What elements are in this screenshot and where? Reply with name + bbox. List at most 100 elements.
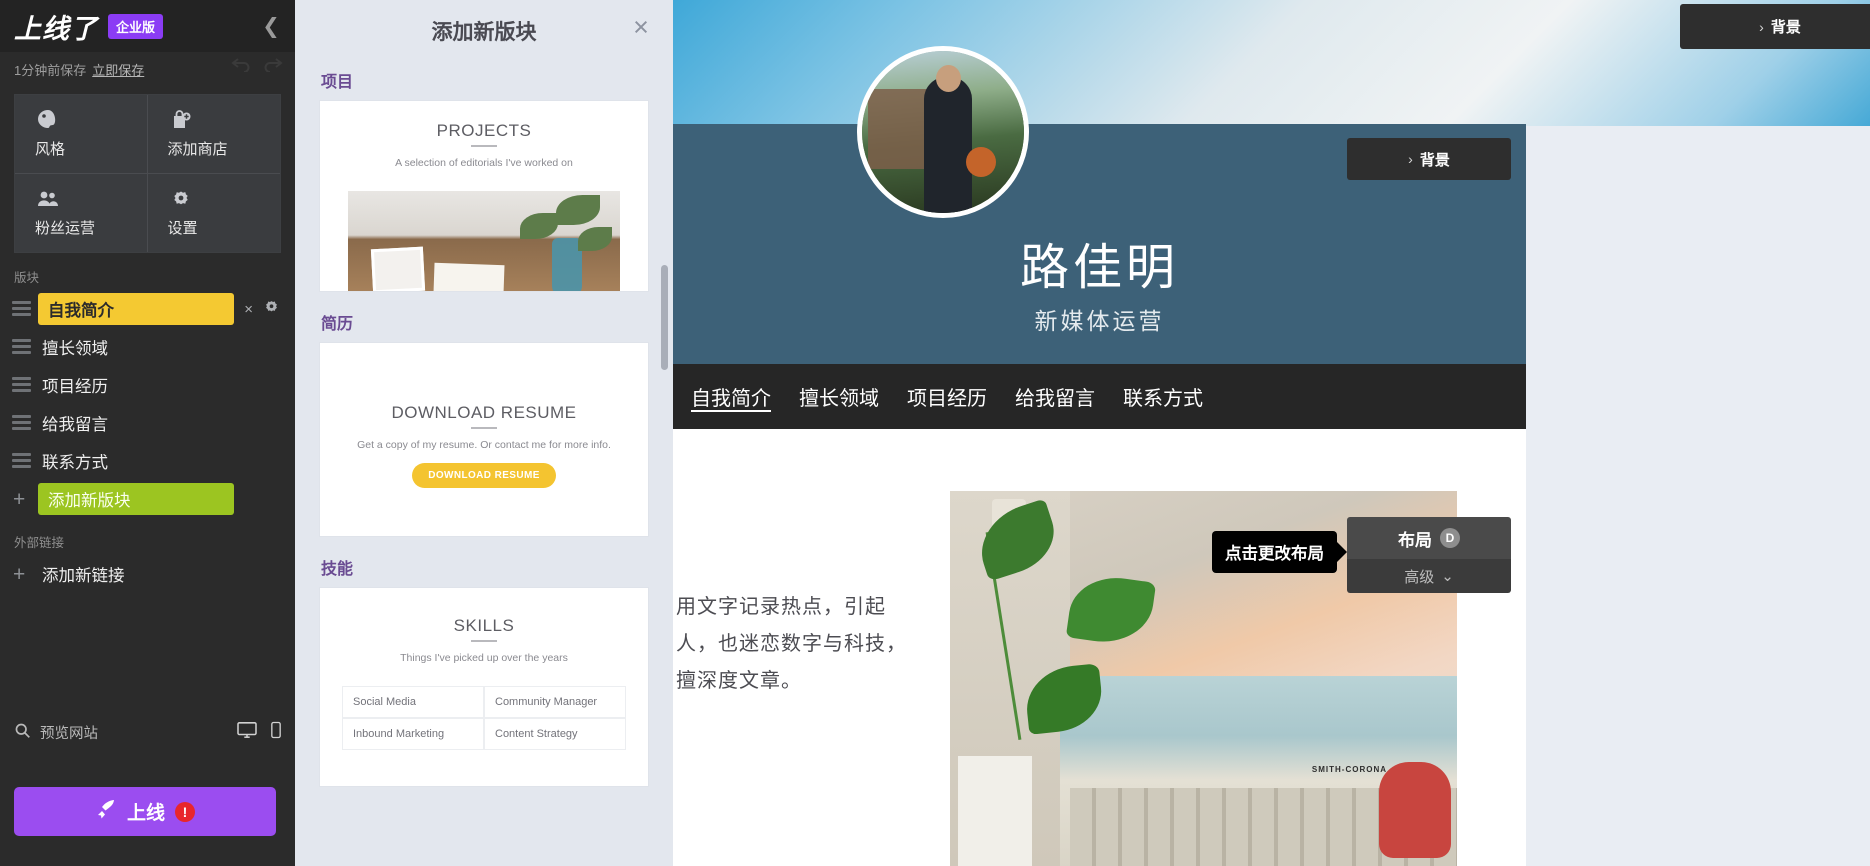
layout-shortcut-key: D <box>1440 528 1460 548</box>
site-navbar: 自我简介 擅长领域 项目经历 给我留言 联系方式 <box>673 364 1526 429</box>
section-label: 自我简介 <box>38 293 234 325</box>
layout-controls: 布局 D 高级 ⌄ <box>1347 517 1511 593</box>
card-heading: DOWNLOAD RESUME <box>391 403 576 429</box>
undo-icon[interactable] <box>231 56 251 72</box>
drag-handle-icon[interactable] <box>12 299 38 319</box>
avatar <box>857 46 1029 218</box>
chevron-down-icon: ⌄ <box>1441 568 1454 585</box>
gear-icon[interactable] <box>263 299 280 320</box>
desktop-icon[interactable] <box>237 721 257 743</box>
add-section-label: 添加新版块 <box>38 483 234 515</box>
publish-button[interactable]: 上线 ! <box>14 787 276 836</box>
plus-icon: + <box>13 487 26 511</box>
drag-handle-icon[interactable] <box>12 413 38 433</box>
skill-cell: Social Media <box>342 686 484 718</box>
add-panel-header: 添加新版块 × <box>295 0 673 62</box>
decor-leaf <box>1065 571 1157 649</box>
add-section-panel: 添加新版块 × 项目 PROJECTS A selection of edito… <box>295 0 673 866</box>
decor-frame <box>433 262 505 291</box>
template-card-skills[interactable]: SKILLS Things I've picked up over the ye… <box>319 587 649 787</box>
self-intro-text: 用文字记录热点，引起人，也迷恋数字与科技，擅深度文章。 <box>676 596 907 692</box>
advanced-button[interactable]: 高级 ⌄ <box>1347 559 1511 593</box>
card-header-area: PROJECTS A selection of editorials I've … <box>320 101 648 177</box>
decor-white-box <box>958 756 1032 866</box>
users-icon <box>35 186 147 212</box>
nav-item-skills[interactable]: 擅长领域 <box>799 382 879 411</box>
group-label: 项目 <box>321 74 354 91</box>
nav-item-message[interactable]: 给我留言 <box>1015 382 1095 411</box>
nav-item-contact[interactable]: 联系方式 <box>1123 382 1203 411</box>
template-card-projects[interactable]: PROJECTS A selection of editorials I've … <box>319 100 649 292</box>
card-subtitle: A selection of editorials I've worked on <box>395 157 573 169</box>
app-logo: 上线了 <box>14 13 98 44</box>
quick-action-style[interactable]: 风格 <box>15 95 148 174</box>
nav-item-projects[interactable]: 项目经历 <box>907 382 987 411</box>
sidebar-section-contact[interactable]: 联系方式 <box>0 442 295 480</box>
plan-badge: 企业版 <box>108 13 164 39</box>
background-button-hero[interactable]: › 背景 <box>1347 138 1511 180</box>
shop-add-icon <box>168 107 281 133</box>
decor-leaf <box>520 213 558 239</box>
preview-site-label: 预览网站 <box>40 725 98 742</box>
card-preview-image <box>348 191 620 291</box>
background-button-page[interactable]: › 背景 <box>1680 4 1870 49</box>
chevron-right-icon: › <box>1408 151 1413 167</box>
section-label: 给我留言 <box>42 416 108 434</box>
drag-handle-icon[interactable] <box>12 337 38 357</box>
group-skills: 技能 SKILLS Things I've picked up over the… <box>295 555 673 787</box>
editor-sidebar: 上线了 企业版 ❮ 1分钟前保存 立即保存 风格 添加商店 粉丝运营 设置 版块… <box>0 0 295 866</box>
warning-icon: ! <box>175 801 195 822</box>
layout-tooltip: 点击更改布局 <box>1212 531 1347 573</box>
section-label: 项目经历 <box>42 378 108 396</box>
add-link-button[interactable]: + 添加新链接 <box>0 555 295 593</box>
sections-label: 版块 <box>14 271 40 285</box>
nav-item-self-intro[interactable]: 自我简介 <box>691 382 771 411</box>
card-heading: SKILLS <box>454 616 515 642</box>
site-preview: › 背景 路佳明 新媒体运营 › 背景 自我简介 擅长领域 项目经历 给我留言 … <box>673 0 1870 866</box>
section-label: 擅长领域 <box>42 340 108 358</box>
section-row-tools: × <box>244 299 280 320</box>
layout-button[interactable]: 布局 D <box>1347 517 1511 559</box>
avatar-background-building <box>868 89 928 169</box>
avatar-person <box>924 77 972 213</box>
publish-label: 上线 <box>126 803 165 824</box>
download-resume-button[interactable]: DOWNLOAD RESUME <box>412 463 556 488</box>
decor-frame <box>370 246 426 291</box>
save-now-link[interactable]: 立即保存 <box>92 60 144 79</box>
redo-icon[interactable] <box>263 56 283 72</box>
add-section-button[interactable]: + 添加新版块 <box>0 480 295 518</box>
card-header-area: DOWNLOAD RESUME Get a copy of my resume.… <box>343 383 625 496</box>
drag-handle-icon[interactable] <box>12 375 38 395</box>
template-card-resume[interactable]: DOWNLOAD RESUME Get a copy of my resume.… <box>319 342 649 537</box>
plus-icon: + <box>13 562 26 586</box>
drag-handle-icon[interactable] <box>12 451 38 471</box>
group-label: 简历 <box>321 316 354 333</box>
quick-action-fans[interactable]: 粉丝运营 <box>15 174 148 252</box>
decor-doll <box>1379 762 1451 858</box>
background-button-label: 背景 <box>1770 19 1801 36</box>
page-title: 路佳明 <box>1019 241 1179 295</box>
quick-actions-grid: 风格 添加商店 粉丝运营 设置 <box>14 94 281 253</box>
sidebar-section-projects[interactable]: 项目经历 <box>0 366 295 404</box>
add-panel-title: 添加新版块 <box>431 21 537 44</box>
mobile-icon[interactable] <box>271 721 281 743</box>
sidebar-section-self-intro[interactable]: 自我简介 × <box>0 290 295 328</box>
sidebar-section-skills[interactable]: 擅长领域 <box>0 328 295 366</box>
preview-site-row[interactable]: 预览网站 <box>0 712 295 752</box>
chevron-left-icon[interactable]: ❮ <box>257 0 285 52</box>
add-panel-scrollbar[interactable] <box>661 265 668 370</box>
search-icon <box>14 722 31 743</box>
avatar-basketball <box>966 147 996 177</box>
close-icon[interactable]: × <box>244 301 253 318</box>
background-button-label: 背景 <box>1419 151 1450 169</box>
skill-cell: Community Manager <box>484 686 626 718</box>
quick-action-shop[interactable]: 添加商店 <box>147 95 281 174</box>
group-resume: 简历 DOWNLOAD RESUME Get a copy of my resu… <box>295 310 673 537</box>
quick-action-label: 风格 <box>35 141 66 158</box>
sidebar-section-message[interactable]: 给我留言 <box>0 404 295 442</box>
gear-icon <box>168 186 281 212</box>
quick-action-settings[interactable]: 设置 <box>148 174 281 252</box>
rocket-icon <box>95 799 117 825</box>
close-icon[interactable]: × <box>627 14 655 42</box>
advanced-button-label: 高级 <box>1404 568 1435 586</box>
